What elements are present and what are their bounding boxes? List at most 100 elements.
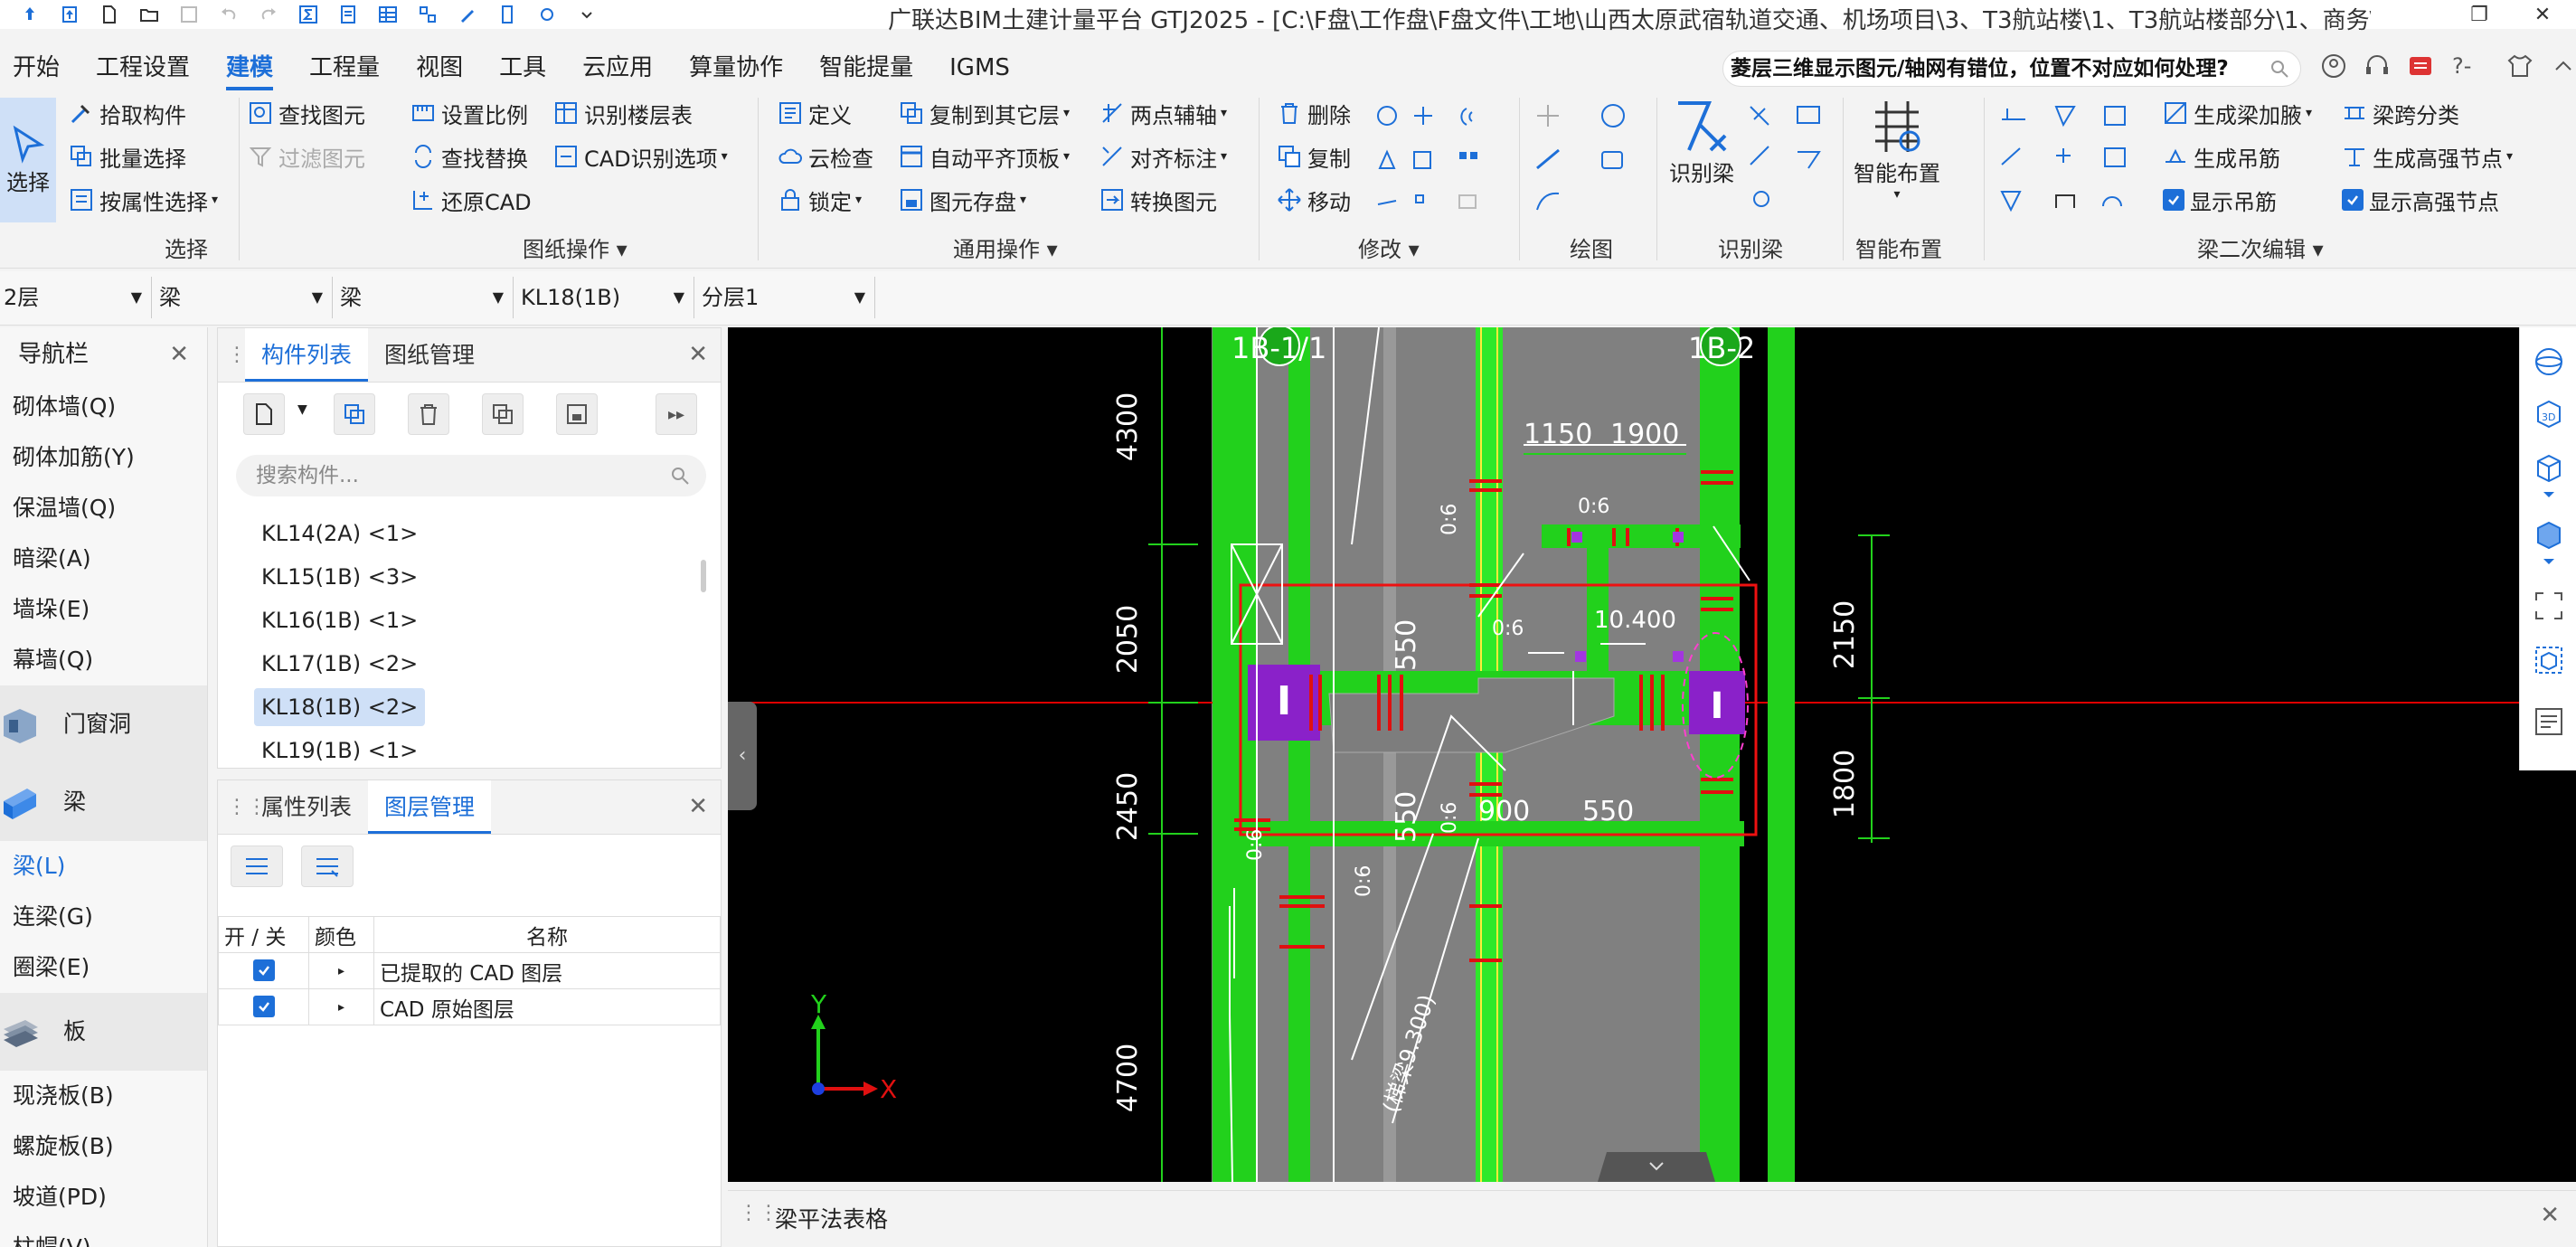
auto-level-button[interactable]: 自动平齐顶板 ▾	[899, 141, 1070, 172]
restore-window-button[interactable]: ❐	[2452, 0, 2506, 29]
copy-to-floor-button[interactable]: 复制到其它层 ▾	[899, 98, 1070, 128]
nav-item[interactable]: 柱帽(V)	[0, 1223, 207, 1247]
menu-start[interactable]: 开始	[13, 43, 60, 92]
solid-cube-icon[interactable]	[2533, 517, 2565, 568]
nav-item[interactable]: 暗梁(A)	[0, 534, 207, 584]
menu-project-settings[interactable]: 工程设置	[96, 43, 190, 92]
settings-icon[interactable]	[537, 5, 557, 24]
box-select-icon[interactable]	[2533, 644, 2565, 676]
menu-modeling[interactable]: 建模	[226, 43, 274, 92]
align-dimension-button[interactable]: 对齐标注 ▾	[1099, 141, 1227, 172]
tab-property-list[interactable]: 属性列表	[245, 780, 368, 834]
modify-tools-icons[interactable]	[1373, 101, 1499, 219]
nav-category-slab[interactable]: 板	[0, 993, 207, 1071]
menu-igms[interactable]: IGMS	[949, 43, 1010, 92]
expand-icon[interactable]: ▸	[308, 952, 374, 989]
nav-item[interactable]: 现浇板(B)	[0, 1071, 207, 1121]
save-component-button[interactable]	[556, 393, 598, 435]
draw-tools-icons[interactable]	[1533, 101, 1633, 219]
component-search-input[interactable]: 搜索构件...	[236, 455, 706, 496]
pen-icon[interactable]	[458, 5, 477, 24]
close-icon[interactable]: ✕	[2540, 1202, 2560, 1229]
beam-span-classify-button[interactable]: 梁跨分类	[2342, 98, 2459, 128]
recognize-beam-button[interactable]: 识别梁	[1665, 98, 1738, 187]
show-hanger-checkbox[interactable]: 显示吊筋	[2163, 184, 2277, 215]
quickaccess-dropdown-icon[interactable]	[577, 5, 597, 24]
two-point-axis-button[interactable]: 两点辅轴 ▾	[1099, 98, 1227, 128]
select-button[interactable]: 选择	[0, 98, 56, 222]
nav-category-beam[interactable]: 梁	[0, 763, 207, 841]
close-icon[interactable]: ✕	[688, 793, 708, 820]
restore-cad-button[interactable]: 还原CAD	[410, 184, 532, 215]
open-folder-icon[interactable]	[139, 5, 159, 24]
tab-drawing-management[interactable]: 图纸管理	[368, 328, 491, 382]
element-save-button[interactable]: 图元存盘 ▾	[899, 184, 1026, 215]
floor-dropdown[interactable]: 2层 ▼	[0, 277, 152, 318]
expand-layers-button[interactable]	[231, 846, 283, 887]
nav-item[interactable]: 坡道(PD)	[0, 1172, 207, 1223]
table-icon[interactable]	[378, 5, 398, 24]
column-icon[interactable]	[497, 5, 517, 24]
nav-item[interactable]: 砌体加筋(Y)	[0, 432, 207, 483]
help-search-input[interactable]: 菱层三维显示图元/轴网有错位，位置不对应如何处理?	[1722, 51, 2301, 87]
cad-options-button[interactable]: CAD识别选项 ▾	[553, 141, 728, 172]
lock-button[interactable]: 锁定 ▾	[778, 184, 862, 215]
nav-item[interactable]: 墙垛(E)	[0, 584, 207, 635]
find-replace-button[interactable]: 查找替换	[410, 141, 528, 172]
menu-tools[interactable]: 工具	[499, 43, 546, 92]
cad-canvas[interactable]: I I 4300 2050 2450 4700 2150 1800 1150 1…	[728, 327, 2576, 1182]
move-button[interactable]: 移动	[1277, 184, 1351, 215]
nav-item-beam[interactable]: 梁(L)	[0, 841, 207, 892]
layer-visible-checkbox[interactable]	[252, 959, 275, 981]
chevron-down-icon[interactable]: ▼	[297, 402, 307, 417]
menu-smart[interactable]: 智能提量	[819, 43, 913, 92]
grid-icon[interactable]	[418, 5, 438, 24]
smart-layout-button[interactable]: 智能布置 ▾	[1850, 98, 1944, 202]
cloud-check-button[interactable]: 云检查	[778, 141, 873, 172]
sublayer-dropdown[interactable]: 分层1 ▼	[698, 277, 875, 318]
copy-button[interactable]: 复制	[1277, 141, 1351, 172]
panel-collapse-handle[interactable]: ‹	[728, 702, 757, 810]
generate-hanger-button[interactable]: 生成吊筋	[2163, 141, 2280, 172]
list-item[interactable]: KL19(1B) <1>	[254, 732, 425, 770]
show-node-checkbox[interactable]: 显示高强节点	[2342, 184, 2499, 215]
list-scrollbar[interactable]	[701, 560, 706, 592]
headset-icon[interactable]	[2364, 52, 2391, 80]
pick-member-button[interactable]: 拾取构件	[69, 98, 186, 128]
menu-view[interactable]: 视图	[416, 43, 463, 92]
tab-component-list[interactable]: 构件列表	[245, 328, 369, 382]
list-item[interactable]: KL15(1B) <3>	[254, 558, 425, 596]
collapse-ribbon-icon[interactable]	[2550, 52, 2576, 80]
help-icon[interactable]: ?-	[2450, 52, 2490, 80]
drag-handle-icon[interactable]: ⋮⋮	[218, 780, 267, 834]
type-dropdown[interactable]: 梁 ▼	[336, 277, 514, 318]
drag-handle-icon[interactable]: ⋮⋮	[739, 1202, 778, 1224]
red-archive-icon[interactable]	[2407, 52, 2434, 80]
list-item[interactable]: KL16(1B) <1>	[254, 601, 425, 639]
properties-view-icon[interactable]	[2533, 705, 2565, 738]
member-dropdown[interactable]: KL18(1B) ▼	[517, 277, 694, 318]
copy-component-button[interactable]	[334, 393, 375, 435]
expand-icon[interactable]: ▸	[308, 988, 374, 1025]
collapse-layers-button[interactable]	[301, 846, 354, 887]
cad-drawing[interactable]: I I 4300 2050 2450 4700 2150 1800 1150 1…	[728, 327, 2576, 1182]
app-menu-icon[interactable]	[20, 5, 40, 24]
nav-item[interactable]: 幕墙(Q)	[0, 635, 207, 685]
sum-icon[interactable]	[298, 5, 318, 24]
recognize-floor-table-button[interactable]: 识别楼层表	[553, 98, 693, 128]
redo-icon[interactable]	[259, 5, 278, 24]
find-element-button[interactable]: 查找图元	[248, 98, 365, 128]
list-item[interactable]: KL17(1B) <2>	[254, 645, 425, 683]
list-item[interactable]: KL14(2A) <1>	[254, 515, 425, 553]
nav-item[interactable]: 螺旋板(B)	[0, 1121, 207, 1172]
fullscreen-icon[interactable]	[2533, 590, 2565, 622]
menu-collab[interactable]: 算量协作	[689, 43, 783, 92]
nav-item[interactable]: 保温墙(Q)	[0, 483, 207, 534]
generate-node-button[interactable]: 生成高强节点 ▾	[2342, 141, 2513, 172]
layer-visible-checkbox[interactable]	[252, 995, 275, 1017]
nav-item[interactable]: 砌体墙(Q)	[0, 382, 207, 432]
upload-icon[interactable]	[60, 5, 80, 24]
filter-element-button[interactable]: 过滤图元	[248, 141, 365, 172]
define-button[interactable]: 定义	[778, 98, 852, 128]
category-dropdown[interactable]: 梁 ▼	[156, 277, 333, 318]
